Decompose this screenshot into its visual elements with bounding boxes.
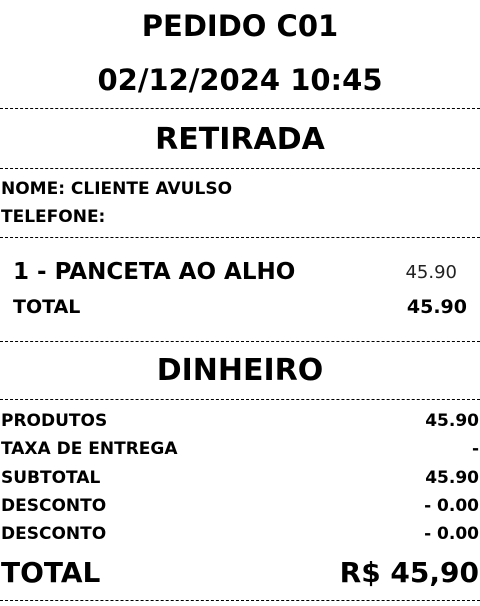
delivery-type: RETIRADA <box>155 122 325 157</box>
summary-label: DESCONTO <box>1 524 107 544</box>
item-description: 1 - PANCETA AO ALHO <box>13 259 296 285</box>
customer-phone: TELEFONE: <box>1 207 106 227</box>
divider <box>0 108 480 109</box>
divider <box>0 237 480 238</box>
summary-value: 45.90 <box>425 468 479 488</box>
summary-value: 45.90 <box>425 411 479 431</box>
divider <box>0 600 480 601</box>
summary-label: TAXA DE ENTREGA <box>1 439 178 459</box>
summary-label: SUBTOTAL <box>1 468 101 488</box>
order-title: PEDIDO C01 <box>141 9 339 43</box>
divider <box>0 168 480 169</box>
summary-label: DESCONTO <box>1 496 107 516</box>
order-datetime: 02/12/2024 10:45 <box>97 63 383 97</box>
item-price: 45.90 <box>405 262 457 283</box>
divider <box>0 341 480 342</box>
grand-total-value: R$ 45,90 <box>339 556 479 589</box>
summary-value: - <box>471 439 479 459</box>
items-total-label: TOTAL <box>13 296 81 318</box>
receipt: PEDIDO C01 02/12/2024 10:45 RETIRADA NOM… <box>0 0 480 606</box>
summary-value: - 0.00 <box>424 524 479 544</box>
divider <box>0 399 480 400</box>
summary-label: PRODUTOS <box>1 411 108 431</box>
items-total-value: 45.90 <box>406 296 467 318</box>
customer-name: NOME: CLIENTE AVULSO <box>1 179 233 199</box>
summary-value: - 0.00 <box>424 496 479 516</box>
payment-method: DINHEIRO <box>156 353 324 388</box>
grand-total-label: TOTAL <box>1 556 101 589</box>
